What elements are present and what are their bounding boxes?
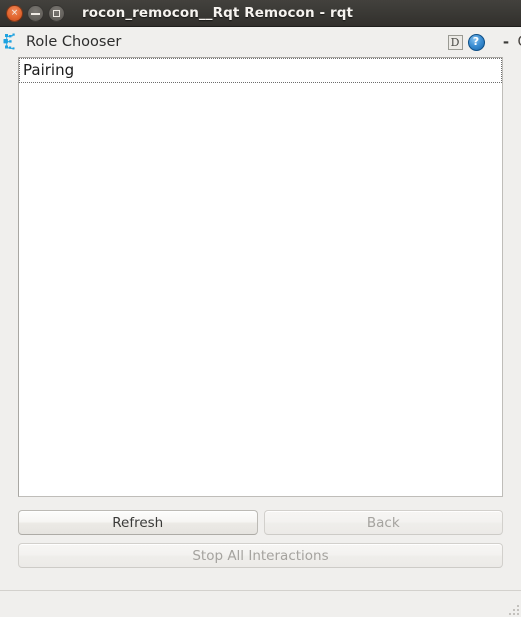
window-controls: × [6, 4, 65, 22]
window-title: rocon_remocon__Rqt Remocon - rqt [82, 5, 354, 21]
dock-close-button[interactable]: O [515, 34, 521, 50]
main-content: Pairing Refresh Back Stop All Interactio… [0, 57, 521, 590]
dock-icon: D [447, 34, 463, 50]
close-icon: × [10, 7, 19, 18]
window-minimize-button[interactable] [27, 4, 44, 22]
maximize-icon [53, 9, 60, 17]
size-grip[interactable] [506, 602, 519, 615]
help-button[interactable]: ? [466, 32, 486, 52]
stop-all-button-row: Stop All Interactions [18, 543, 503, 568]
dock-widget-header: Role Chooser D ? - O [0, 27, 521, 57]
window-close-button[interactable]: × [6, 4, 23, 22]
detach-widget-button[interactable]: D [445, 32, 465, 52]
window-maximize-button[interactable] [48, 4, 65, 22]
stop-all-interactions-button[interactable]: Stop All Interactions [18, 543, 503, 568]
role-list[interactable]: Pairing [18, 57, 503, 497]
application-window: × rocon_remocon__Rqt Remocon - rqt Role … [0, 0, 521, 617]
navigation-button-row: Refresh Back [18, 510, 503, 535]
list-item[interactable]: Pairing [19, 58, 502, 83]
minimize-icon [31, 12, 40, 15]
back-button[interactable]: Back [263, 510, 503, 535]
dock-title-label: Role Chooser [26, 34, 122, 50]
status-bar [0, 590, 521, 617]
dock-title-group: Role Chooser [2, 32, 445, 52]
dock-minimize-button[interactable]: - [498, 35, 514, 50]
dock-actions: D ? - O [445, 32, 521, 52]
help-icon: ? [467, 33, 485, 51]
rocon-node-icon [3, 33, 15, 50]
title-bar: × rocon_remocon__Rqt Remocon - rqt [0, 0, 521, 27]
refresh-button[interactable]: Refresh [18, 510, 258, 535]
